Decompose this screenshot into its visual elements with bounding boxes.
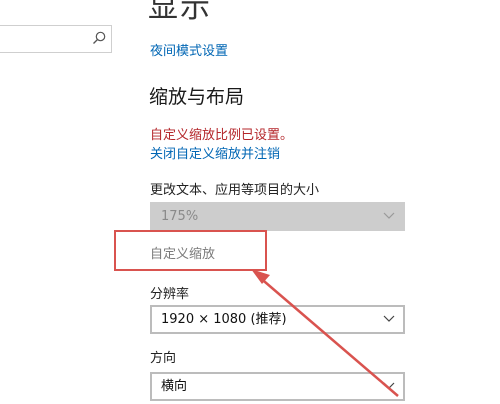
chevron-down-icon bbox=[383, 382, 395, 389]
night-light-settings-link[interactable]: 夜间模式设置 bbox=[150, 40, 228, 59]
annotation-highlight-box bbox=[114, 230, 267, 271]
resolution-label: 分辨率 bbox=[150, 287, 190, 302]
scale-label: 更改文本、应用等项目的大小 bbox=[150, 183, 320, 198]
chevron-down-icon bbox=[383, 212, 395, 219]
scale-layout-heading: 缩放与布局 bbox=[149, 86, 245, 108]
page-title: 显示 bbox=[148, 0, 212, 25]
custom-scale-warning: 自定义缩放比例已设置。 bbox=[150, 128, 294, 143]
orientation-dropdown[interactable]: 横向 bbox=[150, 372, 405, 401]
orientation-dropdown-value: 横向 bbox=[161, 379, 188, 394]
resolution-dropdown[interactable]: 1920 × 1080 (推荐) bbox=[150, 305, 405, 334]
scale-dropdown: 175% bbox=[150, 202, 405, 231]
turn-off-custom-scale-link[interactable]: 关闭自定义缩放并注销 bbox=[150, 143, 280, 162]
resolution-dropdown-value: 1920 × 1080 (推荐) bbox=[161, 312, 287, 327]
chevron-down-icon bbox=[383, 315, 395, 322]
scale-dropdown-value: 175% bbox=[161, 209, 199, 224]
search-icon[interactable] bbox=[91, 30, 107, 46]
orientation-label: 方向 bbox=[150, 351, 177, 366]
